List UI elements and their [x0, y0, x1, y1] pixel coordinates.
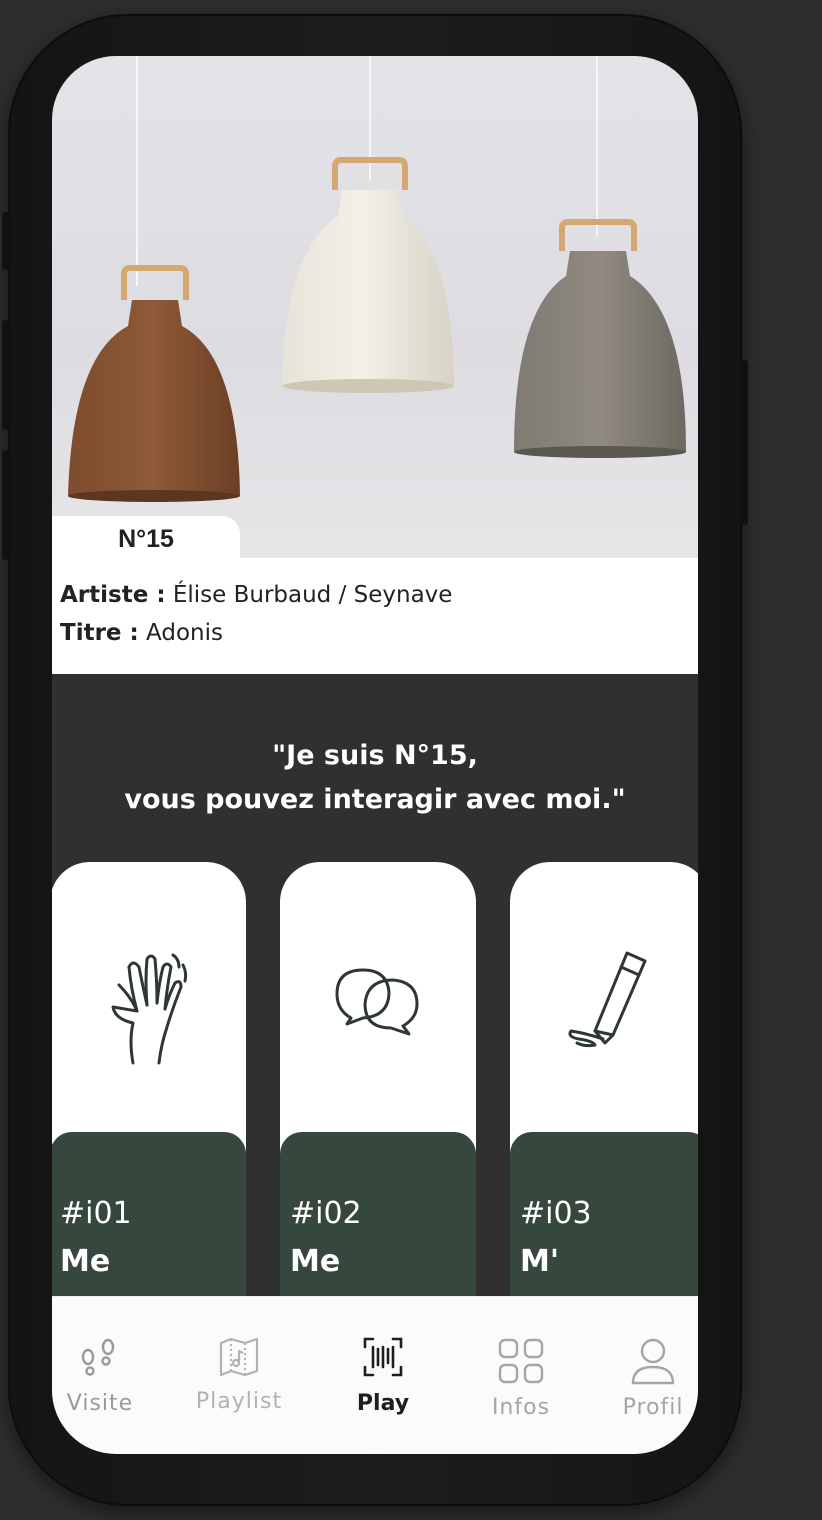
tab-label: Playlist — [195, 1389, 283, 1414]
bottom-tab-bar: Visite Playlist Play Infos Profil — [52, 1296, 698, 1454]
tab-label: Profil — [622, 1395, 684, 1420]
artwork-quote: "Je suis N°15, vous pouvez interagir ave… — [52, 734, 698, 822]
title-label: Titre : — [60, 620, 139, 646]
artist-row: Artiste : Élise Burbaud / Seynave — [60, 582, 452, 608]
quote-line-2: vous pouvez interagir avec moi." — [124, 784, 626, 815]
title-row: Titre : Adonis — [60, 620, 223, 646]
volume-up-button — [2, 320, 10, 430]
artwork-number-badge: N°15 — [52, 516, 240, 558]
tab-profil[interactable]: Profil — [598, 1297, 698, 1454]
mute-switch — [2, 212, 10, 270]
interaction-code: #i03 — [520, 1196, 592, 1231]
pendant-lamps-illustration — [68, 56, 686, 502]
interaction-code: #i01 — [60, 1196, 132, 1231]
interaction-title: Me — [290, 1244, 341, 1279]
artist-value: Élise Burbaud / Seynave — [172, 582, 453, 608]
interaction-card-i01[interactable]: #i01 Me — [52, 862, 246, 1332]
tab-visite[interactable]: Visite — [52, 1297, 155, 1454]
music-map-icon — [184, 1335, 294, 1385]
tab-infos[interactable]: Infos — [466, 1297, 576, 1454]
interaction-card-i03[interactable]: #i03 M' — [510, 862, 698, 1332]
quote-line-1: "Je suis N°15, — [272, 740, 478, 771]
interaction-card-i02[interactable]: #i02 Me — [280, 862, 476, 1332]
footsteps-icon — [52, 1335, 155, 1385]
title-value: Adonis — [146, 620, 223, 646]
interaction-title: M' — [520, 1244, 560, 1279]
tab-playlist[interactable]: Playlist — [184, 1297, 294, 1454]
user-icon — [598, 1337, 698, 1387]
artist-label: Artiste : — [60, 582, 166, 608]
tab-play[interactable]: Play — [328, 1297, 438, 1454]
tab-label: Infos — [491, 1395, 551, 1420]
pencil-icon — [510, 932, 698, 1072]
grid-icon — [466, 1337, 576, 1387]
chat-bubbles-icon — [280, 932, 476, 1072]
tab-label: Play — [356, 1391, 410, 1416]
barcode-scan-icon — [328, 1335, 438, 1385]
artwork-image: N°15 — [52, 56, 698, 558]
waving-hand-icon — [52, 932, 246, 1072]
artwork-info: Artiste : Élise Burbaud / Seynave Titre … — [52, 558, 698, 674]
tab-label: Visite — [66, 1391, 134, 1416]
interaction-code: #i02 — [290, 1196, 362, 1231]
power-button — [740, 360, 748, 525]
interaction-title: Me — [60, 1244, 111, 1279]
app-screen: N°15 Artiste : Élise Burbaud / Seynave T… — [52, 56, 698, 1454]
volume-down-button — [2, 450, 10, 560]
